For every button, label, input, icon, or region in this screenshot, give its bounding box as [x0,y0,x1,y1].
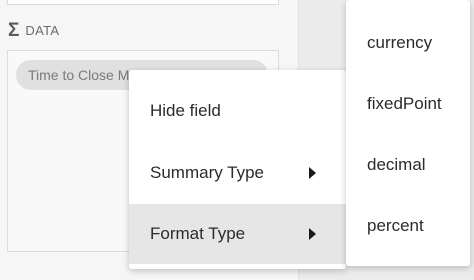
submenu-item-percent[interactable]: percent [346,196,470,256]
submenu-item-label: fixedPoint [367,94,442,113]
menu-item-label: Summary Type [150,163,265,182]
sigma-icon: Σ [8,19,20,41]
submenu-item-label: decimal [367,155,426,174]
format-type-submenu: currency fixedPoint decimal percent [346,0,470,266]
data-section-label: DATA [25,22,60,38]
menu-item-summary-type[interactable]: Summary Type [129,143,346,203]
submenu-item-label: percent [367,216,424,235]
submenu-item-decimal[interactable]: decimal [346,135,470,195]
submenu-arrow-icon [309,167,316,179]
field-context-menu: Hide field Summary Type Format Type [129,70,346,269]
menu-item-label: Format Type [150,224,246,243]
submenu-arrow-icon [309,228,316,240]
submenu-item-currency[interactable]: currency [346,13,470,73]
submenu-item-label: currency [367,33,433,52]
menu-item-label: Hide field [150,101,221,120]
menu-item-hide-field[interactable]: Hide field [129,81,346,141]
data-section-header: Σ DATA [8,19,59,41]
field-drop-area-top [7,0,279,5]
submenu-item-fixedpoint[interactable]: fixedPoint [346,74,470,134]
menu-item-format-type[interactable]: Format Type [129,204,346,264]
